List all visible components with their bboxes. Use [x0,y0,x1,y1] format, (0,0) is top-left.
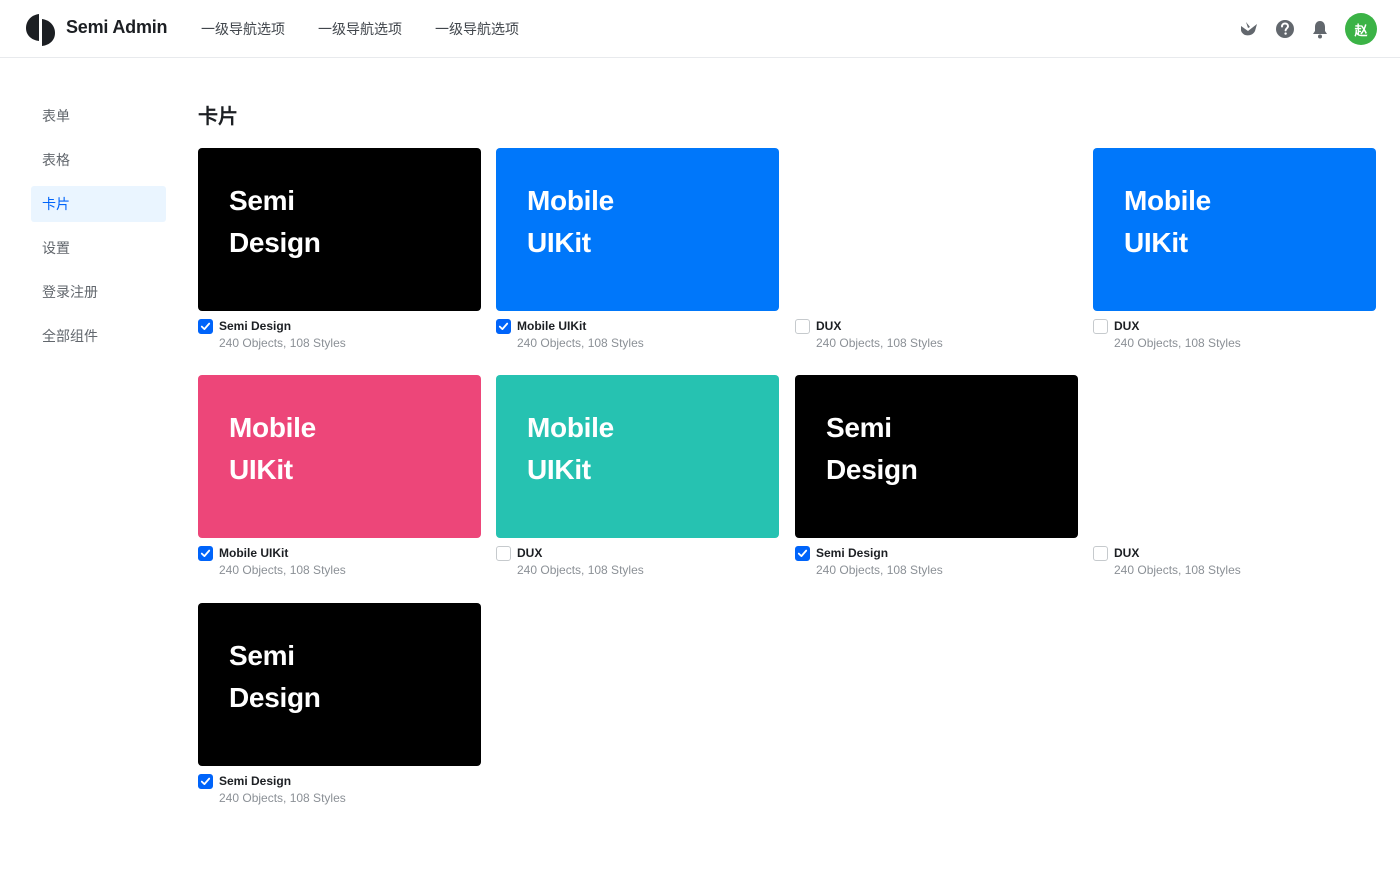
sidebar-item-settings[interactable]: 设置 [31,230,166,266]
card-checkbox[interactable] [1093,319,1108,334]
help-icon[interactable] [1274,18,1296,40]
sidebar-item-all-components[interactable]: 全部组件 [31,318,166,354]
card[interactable]: Mobile UIKit Mobile UIKit 240 Objects, 108 … [198,375,481,586]
card-subtitle: 240 Objects, 108 Styles [1114,563,1241,577]
card-meta: DUX 240 Objects, 108 Styles [496,546,779,586]
card-title: Semi Design [219,319,292,333]
card-title: DUX [816,319,842,333]
semi-logo-icon[interactable] [26,12,56,46]
card-cover-text: UIKit [229,454,293,485]
card-cover-text: UIKit [527,227,591,258]
check-icon [200,549,211,557]
card[interactable]: Mobile UIKit DUX 240 Objects, 108 Styles [496,375,779,586]
card-subtitle: 240 Objects, 108 Styles [816,336,943,350]
check-icon [498,322,509,330]
check-icon [200,322,211,330]
user-avatar[interactable]: 赵 [1345,13,1377,45]
card-cover[interactable] [795,148,1078,311]
card-title: Mobile UIKit [517,319,587,333]
card-checkbox[interactable] [496,319,511,334]
top-header: Semi Admin 一级导航选项 一级导航选项 一级导航选项 赵 [0,0,1400,58]
card-cover[interactable]: Mobile UIKit [496,375,779,538]
sidebar-item-login[interactable]: 登录注册 [31,274,166,310]
card[interactable]: DUX 240 Objects, 108 Styles [1093,375,1376,586]
card[interactable]: Semi Design Semi Design 240 Objects, 108 St… [795,375,1078,586]
nav-item-3[interactable]: 一级导航选项 [435,19,519,39]
card-title: Semi Design [219,774,292,788]
sidebar-item-card[interactable]: 卡片 [31,186,166,222]
card-cover-text: Design [229,682,321,713]
card-cover-text: UIKit [1124,227,1188,258]
card-meta: Mobile UIKit 240 Objects, 108 Styles [496,319,779,359]
card-cover[interactable]: Mobile UIKit [198,375,481,538]
card-meta: Semi Design 240 Objects, 108 Styles [198,319,481,359]
card-checkbox[interactable] [795,546,810,561]
card-subtitle: 240 Objects, 108 Styles [517,563,644,577]
nav-item-1[interactable]: 一级导航选项 [201,19,285,39]
card-subtitle: 240 Objects, 108 Styles [816,563,943,577]
check-icon [200,777,211,785]
card-subtitle: 240 Objects, 108 Styles [219,336,346,350]
card-meta: Mobile UIKit 240 Objects, 108 Styles [198,546,481,586]
card[interactable]: Semi Design Semi Design 240 Objects, 108 St… [198,603,481,814]
card-meta: DUX 240 Objects, 108 Styles [1093,546,1376,586]
card-cover-text: Mobile [229,412,316,443]
card-subtitle: 240 Objects, 108 Styles [219,563,346,577]
card-cover-text: UIKit [527,454,591,485]
sidebar: 表单 表格 卡片 设置 登录注册 全部组件 [31,98,166,362]
card-cover[interactable] [1093,375,1376,538]
bell-icon[interactable] [1309,18,1331,40]
card-subtitle: 240 Objects, 108 Styles [1114,336,1241,350]
card-checkbox[interactable] [496,546,511,561]
card-title: DUX [517,546,543,560]
card-cover-text: Semi [229,185,295,216]
card-meta: DUX 240 Objects, 108 Styles [795,319,1078,359]
page-title: 卡片 [198,106,238,128]
card-cover-text: Mobile [527,185,614,216]
card-cover[interactable]: Semi Design [198,148,481,311]
card-cover-text: Design [826,454,918,485]
card-title: DUX [1114,546,1140,560]
card-cover[interactable]: Mobile UIKit [496,148,779,311]
semi-bird-icon[interactable] [1238,18,1260,40]
check-icon [797,549,808,557]
card-checkbox[interactable] [795,319,810,334]
card-cover[interactable]: Semi Design [795,375,1078,538]
card-subtitle: 240 Objects, 108 Styles [517,336,644,350]
sidebar-item-table[interactable]: 表格 [31,142,166,178]
card-title: Semi Design [816,546,889,560]
card-cover-text: Mobile [1124,185,1211,216]
card-meta: Semi Design 240 Objects, 108 Styles [198,774,481,814]
card-cover-text: Mobile [527,412,614,443]
nav-item-2[interactable]: 一级导航选项 [318,19,402,39]
card[interactable]: Mobile UIKit Mobile UIKit 240 Objects, 108 … [496,148,779,359]
card-checkbox[interactable] [198,774,213,789]
card-cover[interactable]: Mobile UIKit [1093,148,1376,311]
card[interactable]: DUX 240 Objects, 108 Styles [795,148,1078,359]
card-checkbox[interactable] [198,319,213,334]
card-meta: DUX 240 Objects, 108 Styles [1093,319,1376,359]
card[interactable]: Mobile UIKit DUX 240 Objects, 108 Styles [1093,148,1376,359]
card-checkbox[interactable] [1093,546,1108,561]
card-meta: Semi Design 240 Objects, 108 Styles [795,546,1078,586]
card-title: Mobile UIKit [219,546,289,560]
card-cover-text: Semi [826,412,892,443]
sidebar-item-form[interactable]: 表单 [31,98,166,134]
card-subtitle: 240 Objects, 108 Styles [219,791,346,805]
card-checkbox[interactable] [198,546,213,561]
card-title: DUX [1114,319,1140,333]
card-cover-text: Design [229,227,321,258]
top-nav: 一级导航选项 一级导航选项 一级导航选项 [201,19,552,39]
card-cover[interactable]: Semi Design [198,603,481,766]
brand-name[interactable]: Semi Admin [66,17,168,38]
card-cover-text: Semi [229,640,295,671]
card[interactable]: Semi Design Semi Design 240 Objects, 108 St… [198,148,481,359]
